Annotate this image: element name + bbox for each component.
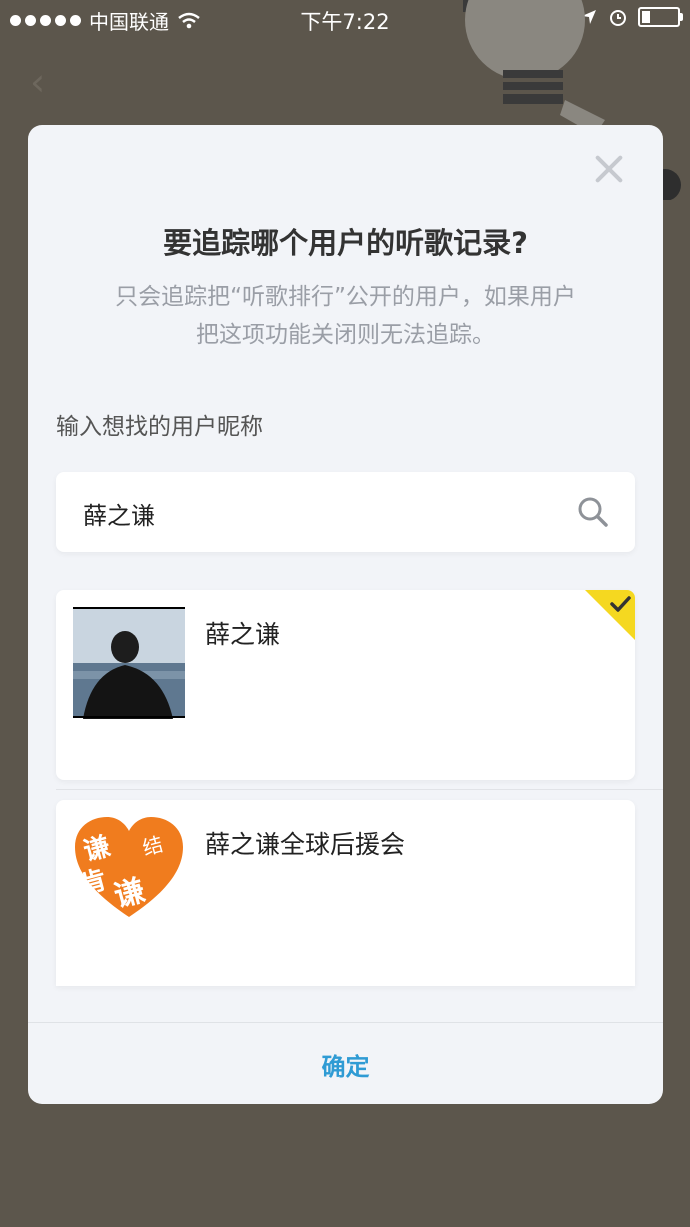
avatar [73, 607, 185, 719]
dialog-title: 要追踪哪个用户的听歌记录? [163, 226, 528, 260]
input-label: 输入想找的用户昵称 [56, 414, 263, 440]
user-result-card[interactable]: 谦 结 肯 谦 薛之谦全球后援会 [56, 800, 635, 986]
search-icon[interactable] [577, 496, 609, 528]
dialog-subtitle: 只会追踪把“听歌排行”公开的用户，如果用户 把这项功能关闭则无法追踪。 [68, 278, 623, 354]
back-arrow-icon[interactable]: ‹ [30, 60, 45, 104]
search-field[interactable]: 薛之谦 [56, 472, 635, 552]
search-input[interactable]: 薛之谦 [83, 496, 155, 531]
avatar: 谦 结 肯 谦 [75, 817, 183, 917]
subtitle-line-2: 把这项功能关闭则无法追踪。 [196, 322, 495, 348]
result-name: 薛之谦 [205, 620, 281, 649]
divider [56, 789, 663, 790]
user-result-card[interactable]: 薛之谦 [56, 590, 635, 780]
close-icon[interactable] [593, 153, 625, 185]
track-user-dialog: 要追踪哪个用户的听歌记录? 只会追踪把“听歌排行”公开的用户，如果用户 把这项功… [28, 125, 663, 1104]
confirm-button[interactable]: 确定 [28, 1047, 663, 1082]
selected-check-icon [585, 590, 635, 640]
subtitle-line-1: 只会追踪把“听歌排行”公开的用户，如果用户 [115, 284, 576, 310]
footer-divider [28, 1022, 663, 1023]
result-name: 薛之谦全球后援会 [205, 830, 406, 859]
